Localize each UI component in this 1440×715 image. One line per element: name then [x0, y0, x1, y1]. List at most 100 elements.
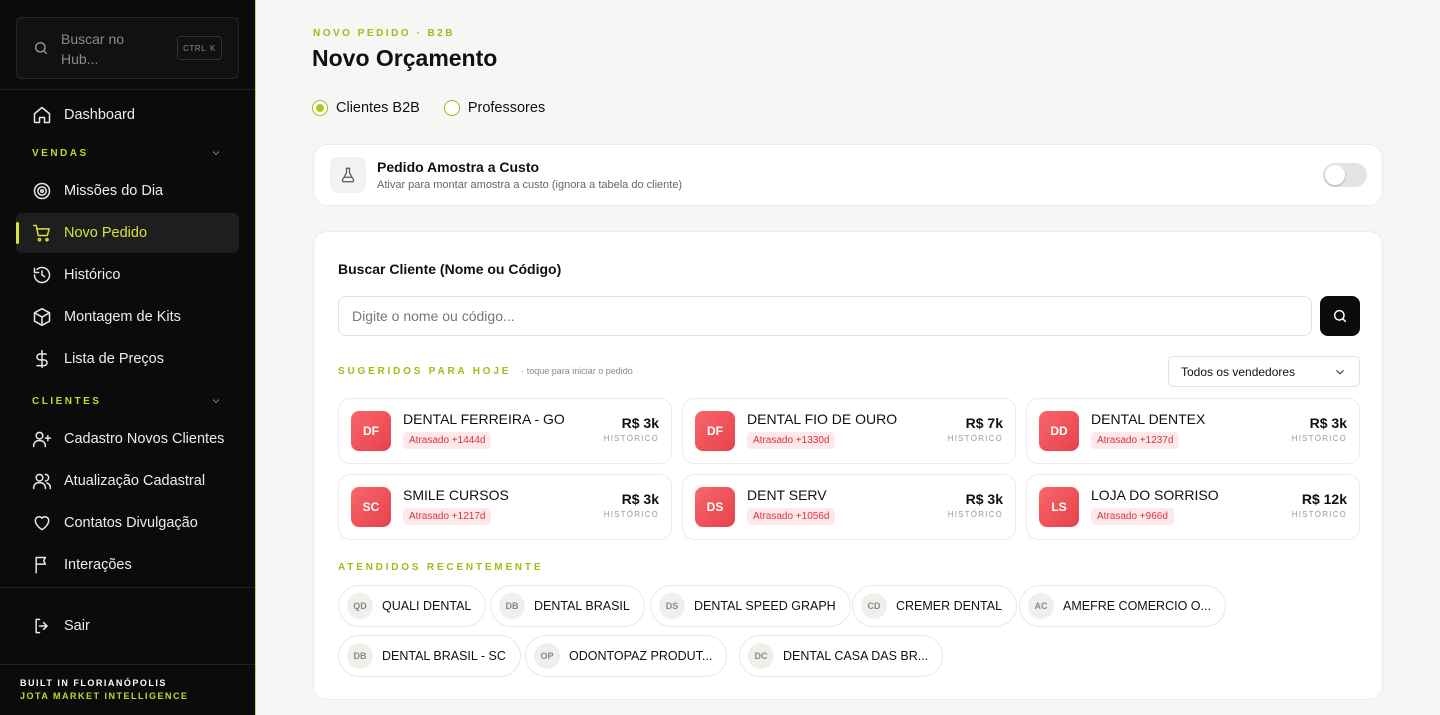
cart-icon [32, 224, 50, 242]
client-avatar: DF [351, 411, 391, 451]
sidebar-item-label: Montagem de Kits [64, 309, 181, 325]
vendor-filter-value: Todos os vendedores [1181, 364, 1296, 379]
recent-client-chip[interactable]: CD CREMER DENTAL [852, 585, 1018, 627]
flag-icon [35, 556, 47, 574]
suggested-client-card[interactable]: DF DENTAL FIO DE OURO Atrasado +1330d R$… [682, 398, 1016, 464]
page-eyebrow: NOVO PEDIDO · B2B [313, 28, 455, 39]
client-value: R$ 7k [965, 415, 1003, 431]
target-icon [33, 182, 51, 200]
radio-clientes-b2b[interactable]: Clientes B2B [312, 100, 420, 116]
sidebar-item-label: Novo Pedido [64, 225, 148, 241]
dollar-icon [36, 349, 48, 369]
suggested-header: SUGERIDOS PARA HOJE · toque para iniciar… [338, 366, 633, 377]
heart-icon [34, 516, 50, 531]
suggested-client-card[interactable]: DD DENTAL DENTEX Atrasado +1237d R$ 3k H… [1026, 398, 1360, 464]
footer-built-in: BUILT IN FLORIANÓPOLIS [20, 678, 167, 688]
logout-icon [35, 618, 48, 634]
section-clientes-label: CLIENTES [32, 395, 102, 407]
search-icon [35, 42, 47, 54]
sidebar-item-label: Lista de Preços [64, 351, 164, 367]
chip-initials: OP [534, 643, 560, 669]
chip-initials: DB [347, 643, 373, 669]
chip-label: DENTAL SPEED GRAPH [694, 599, 836, 613]
client-avatar: SC [351, 487, 391, 527]
sidebar-divider [0, 587, 255, 588]
recent-client-chip[interactable]: QD QUALI DENTAL [338, 585, 487, 627]
client-name: DENTAL FERREIRA - GO [403, 411, 565, 427]
vendor-filter-select[interactable]: Todos os vendedores [1168, 356, 1360, 387]
client-value: R$ 3k [965, 491, 1003, 507]
sidebar-divider [0, 664, 255, 665]
chip-label: QUALI DENTAL [382, 599, 472, 613]
client-value: R$ 12k [1301, 491, 1347, 507]
chip-label: DENTAL BRASIL - SC [382, 649, 506, 663]
amostra-toggle[interactable] [1323, 163, 1367, 187]
suggested-hint: · toque para iniciar o pedido [521, 366, 633, 376]
radio-label: Clientes B2B [336, 100, 420, 116]
sidebar-item-label: Dashboard [64, 107, 135, 123]
overdue-badge: Atrasado +966d [1091, 508, 1174, 525]
overdue-badge: Atrasado +1237d [1091, 432, 1180, 449]
sidebar-item-novo-pedido[interactable]: Novo Pedido [16, 213, 239, 253]
client-search-card: Buscar Cliente (Nome ou Código) SUGERIDO… [313, 231, 1383, 700]
sidebar-item-label: Interações [64, 557, 132, 573]
suggested-client-card[interactable]: SC SMILE CURSOS Atrasado +1217d R$ 3k HI… [338, 474, 672, 540]
sidebar-item-cadastro[interactable]: Cadastro Novos Clientes [16, 419, 239, 459]
recent-client-chip[interactable]: DS DENTAL SPEED GRAPH [650, 585, 851, 627]
recent-client-chip[interactable]: DB DENTAL BRASIL [490, 585, 645, 627]
section-vendas[interactable]: VENDAS [32, 147, 222, 159]
chip-initials: CD [861, 593, 887, 619]
sidebar-item-label: Cadastro Novos Clientes [64, 431, 225, 447]
section-clientes[interactable]: CLIENTES [32, 395, 222, 407]
client-name: LOJA DO SORRISO [1091, 487, 1219, 503]
hub-search[interactable]: Buscar no Hub... CTRL K [16, 17, 239, 79]
radio-dot[interactable] [443, 100, 460, 116]
sidebar-item-atualizacao[interactable]: Atualização Cadastral [16, 461, 239, 501]
suggested-client-card[interactable]: LS LOJA DO SORRISO Atrasado +966d R$ 12k… [1026, 474, 1360, 540]
radio-dot-checked[interactable] [312, 100, 328, 116]
amostra-card: Pedido Amostra a Custo Ativar para monta… [313, 144, 1383, 206]
sidebar-item-interacoes[interactable]: Interações [16, 545, 239, 585]
recent-client-chip[interactable]: OP ODONTOPAZ PRODUT... [525, 635, 728, 677]
client-avatar: DD [1039, 411, 1079, 451]
chip-initials: QD [347, 593, 373, 619]
client-search-input[interactable] [338, 296, 1312, 336]
recent-client-chip[interactable]: AC AMEFRE COMERCIO O... [1019, 585, 1226, 627]
amostra-title: Pedido Amostra a Custo [377, 159, 540, 175]
recent-label: ATENDIDOS RECENTEMENTE [338, 562, 544, 573]
sidebar-item-missoes[interactable]: Missões do Dia [16, 171, 239, 211]
recent-client-chip[interactable]: DB DENTAL BRASIL - SC [338, 635, 521, 677]
sidebar-item-dashboard[interactable]: Dashboard [16, 95, 239, 135]
chip-label: DENTAL CASA DAS BR... [783, 649, 929, 663]
search-button[interactable] [1320, 296, 1360, 336]
radio-professores[interactable]: Professores [443, 100, 545, 116]
chip-label: CREMER DENTAL [896, 599, 1003, 613]
sidebar-item-historico[interactable]: Histórico [16, 255, 239, 295]
amostra-subtitle: Ativar para montar amostra a custo (igno… [377, 179, 683, 191]
suggested-label: SUGERIDOS PARA HOJE [338, 366, 512, 377]
client-avatar: DF [695, 411, 735, 451]
suggested-client-card[interactable]: DS DENT SERV Atrasado +1056d R$ 3k HISTÓ… [682, 474, 1016, 540]
sidebar-item-sair[interactable]: Sair [16, 606, 239, 646]
sidebar-item-kits[interactable]: Montagem de Kits [16, 297, 239, 337]
shortcut-key-k: K [210, 43, 216, 53]
recent-client-chip[interactable]: DC DENTAL CASA DAS BR... [739, 635, 944, 677]
sidebar-item-contatos[interactable]: Contatos Divulgação [16, 503, 239, 543]
section-vendas-label: VENDAS [32, 147, 89, 159]
history-label: HISTÓRICO [603, 434, 659, 443]
sidebar-item-precos[interactable]: Lista de Preços [16, 339, 239, 379]
history-label: HISTÓRICO [947, 434, 1003, 443]
footer-brand: JOTA MARKET INTELLIGENCE [20, 691, 189, 701]
suggested-client-card[interactable]: DF DENTAL FERREIRA - GO Atrasado +1444d … [338, 398, 672, 464]
client-value: R$ 3k [1309, 415, 1347, 431]
shortcut-badge: CTRL K [177, 36, 222, 60]
chip-label: ODONTOPAZ PRODUT... [569, 649, 713, 663]
overdue-badge: Atrasado +1444d [403, 432, 492, 449]
chip-label: DENTAL BRASIL [534, 599, 630, 613]
sidebar-item-label: Sair [64, 618, 90, 634]
client-avatar: DS [695, 487, 735, 527]
search-icon [1333, 309, 1347, 323]
hub-search-placeholder: Buscar no Hub... [61, 31, 125, 67]
history-label: HISTÓRICO [1291, 510, 1347, 519]
chevron-down-icon [212, 151, 220, 156]
